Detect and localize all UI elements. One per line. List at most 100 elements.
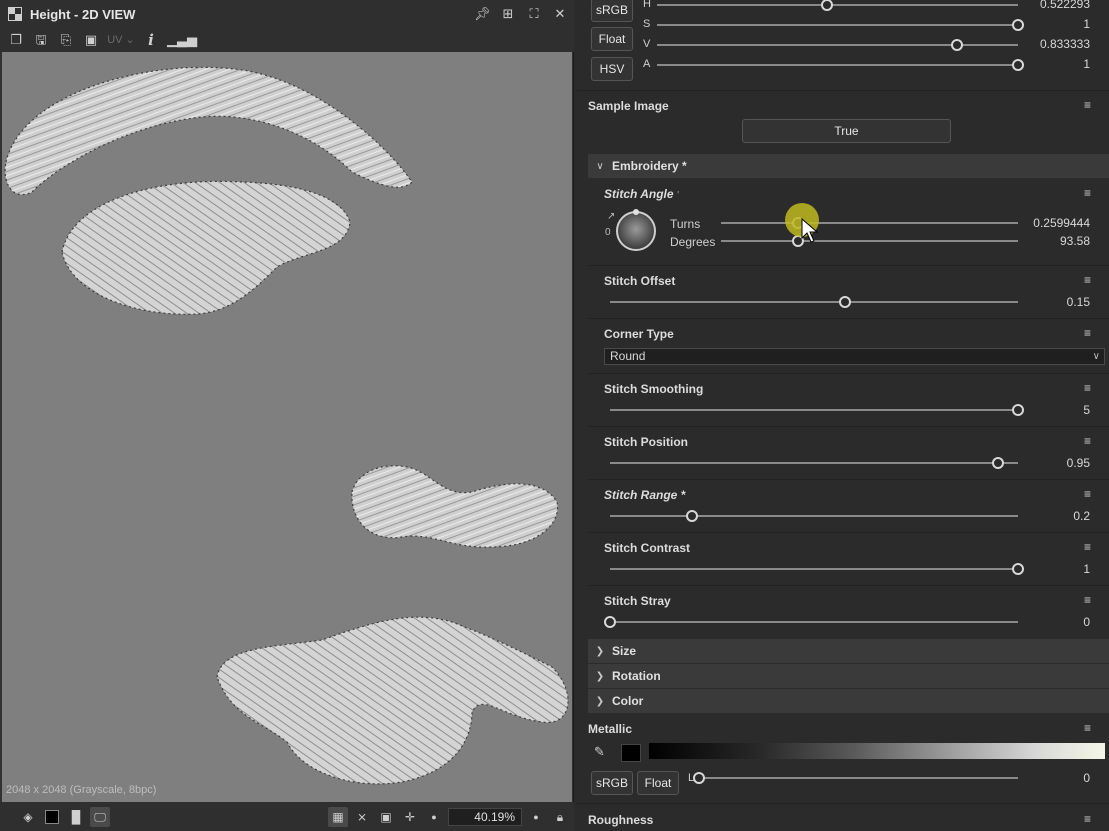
stitch-contrast-value[interactable]: 1 (1083, 562, 1090, 576)
stitch-stray-title: Stitch Stray (604, 594, 671, 608)
stitch-smoothing-value[interactable]: 5 (1083, 403, 1090, 417)
size-group-header[interactable]: ❯ Size (588, 639, 1109, 663)
channel-s-value[interactable]: 1 (1083, 17, 1090, 31)
menu-icon[interactable]: ≡ (1084, 99, 1098, 111)
slider-handle[interactable] (604, 616, 616, 628)
grid-icon[interactable]: ▦ (328, 806, 348, 827)
save-icon[interactable]: 🖫︎ (32, 31, 50, 49)
hsv-button[interactable]: HSV (591, 57, 633, 81)
slider-track[interactable] (657, 24, 1018, 26)
pin-icon[interactable]: 📌︎ (474, 6, 491, 22)
corner-type-select[interactable]: Round ∨ (604, 348, 1105, 365)
stitch-offset-value[interactable]: 0.15 (1067, 295, 1090, 309)
color-picker-icon[interactable]: ✎ (594, 744, 605, 760)
info-icon[interactable]: i (142, 31, 160, 49)
slider-handle[interactable] (1012, 404, 1024, 416)
rotation-group-header[interactable]: ❯ Rotation (588, 664, 1109, 688)
slider-handle[interactable] (1012, 19, 1024, 31)
copy-icon[interactable]: ⎘ (57, 31, 75, 49)
split-view-icon[interactable]: ⊞ (500, 6, 516, 22)
color-group-header[interactable]: ❯ Color (588, 689, 1109, 713)
menu-icon[interactable]: ≡ (1084, 541, 1098, 553)
stitch-range-value[interactable]: 0.2 (1073, 509, 1090, 523)
2d-canvas[interactable] (2, 52, 572, 802)
slider-track[interactable] (657, 64, 1018, 66)
channel-h-label: H (643, 0, 651, 10)
tiling-icon[interactable]: ⨯ (352, 807, 372, 827)
zoom-input[interactable]: 40.19% (448, 807, 522, 826)
stitch-position-value[interactable]: 0.95 (1067, 456, 1090, 470)
stitch-contrast-title: Stitch Contrast (604, 541, 691, 555)
menu-icon[interactable]: ≡ (1084, 488, 1098, 500)
corner-type-title: Corner Type (604, 327, 674, 341)
slider-track[interactable] (721, 240, 1018, 242)
maximize-icon[interactable]: ⛶ (526, 6, 542, 22)
channel-black-icon[interactable] (42, 807, 62, 827)
srgb-button[interactable]: sRGB (591, 0, 633, 22)
slider-track[interactable] (610, 462, 1018, 464)
slider-track[interactable] (721, 222, 1018, 224)
slider-handle[interactable] (685, 510, 698, 522)
menu-icon[interactable]: ≡ (1084, 274, 1098, 286)
channel-h-value[interactable]: 0.522293 (1040, 0, 1090, 11)
slider-track[interactable] (699, 777, 1018, 779)
stitch-shape (351, 465, 559, 548)
slider-track[interactable] (610, 621, 1018, 623)
slider-handle[interactable] (991, 457, 1004, 469)
zoom-in-icon[interactable]: ● (526, 807, 546, 827)
metallic-float-button[interactable]: Float (637, 771, 679, 795)
slider-handle[interactable] (693, 772, 705, 784)
channels-grid-icon[interactable]: ▐▌ (66, 807, 86, 827)
slider-track[interactable] (610, 409, 1018, 411)
pan-icon[interactable]: ✛ (400, 807, 420, 827)
metallic-color-swatch[interactable] (621, 744, 641, 762)
histogram-icon[interactable]: ▁▃▅ (167, 31, 197, 49)
slider-handle[interactable] (950, 39, 963, 51)
lock-icon[interactable]: 🔒︎ (550, 807, 570, 827)
channel-v-label: V (643, 38, 651, 50)
degrees-value[interactable]: 93.58 (1060, 234, 1090, 248)
slider-handle[interactable] (1012, 59, 1024, 71)
export-icon[interactable]: ❐ (7, 31, 25, 49)
uv-dropdown[interactable]: UV ⌄ (107, 31, 135, 49)
slider-track[interactable] (610, 301, 1018, 303)
embroidery-group-header[interactable]: ∨ Embroidery * (588, 154, 1109, 178)
zoom-out-icon[interactable]: ● (424, 807, 444, 827)
float-button[interactable]: Float (591, 27, 633, 51)
menu-icon[interactable]: ≡ (1084, 594, 1098, 606)
menu-icon[interactable]: ≡ (1084, 382, 1098, 394)
sample-image-toggle[interactable]: True (742, 119, 951, 143)
menu-icon[interactable]: ≡ (1084, 813, 1098, 825)
metallic-value[interactable]: 0 (1083, 771, 1090, 785)
menu-icon[interactable]: ≡ (1084, 187, 1098, 199)
slider-track[interactable] (610, 568, 1018, 570)
angle-dial[interactable] (616, 211, 656, 251)
2d-view-icon (8, 7, 22, 21)
stitch-offset-title: Stitch Offset (604, 274, 676, 288)
2d-view-bottombar: ◈ ▐▌ 🖵︎ ▦ ⨯ ▣ ✛ ● 40.19% ● 🔒︎ (0, 802, 574, 831)
fit-view-icon[interactable]: ▣ (376, 807, 396, 827)
dial-handle (633, 209, 639, 215)
view-mode-icon[interactable]: ▣ (82, 31, 100, 49)
slider-track[interactable] (610, 515, 1018, 517)
slider-handle[interactable] (838, 296, 851, 308)
menu-icon[interactable]: ≡ (1084, 722, 1098, 734)
menu-icon[interactable]: ≡ (1084, 435, 1098, 447)
channel-v-value[interactable]: 0.833333 (1040, 37, 1090, 51)
2d-view-toolbar: ❐ 🖫︎ ⎘ ▣ UV ⌄ i ▁▃▅ (0, 28, 574, 52)
stitch-shape (61, 180, 351, 315)
channel-a-value[interactable]: 1 (1083, 57, 1090, 71)
display-mode-icon[interactable]: 🖵︎ (90, 806, 110, 827)
menu-icon[interactable]: ≡ (1084, 327, 1098, 339)
slider-track[interactable] (657, 4, 1018, 6)
metallic-srgb-button[interactable]: sRGB (591, 771, 633, 795)
stitch-stray-value[interactable]: 0 (1083, 615, 1090, 629)
metallic-gradient[interactable] (649, 743, 1105, 759)
layers-icon[interactable]: ◈ (18, 807, 38, 827)
turns-value[interactable]: 0.2599444 (1033, 216, 1090, 230)
close-icon[interactable]: ✕ (552, 6, 568, 22)
slider-handle[interactable] (820, 0, 833, 11)
slider-track[interactable] (657, 44, 1018, 46)
channel-s-label: S (643, 18, 651, 30)
slider-handle[interactable] (1012, 563, 1024, 575)
